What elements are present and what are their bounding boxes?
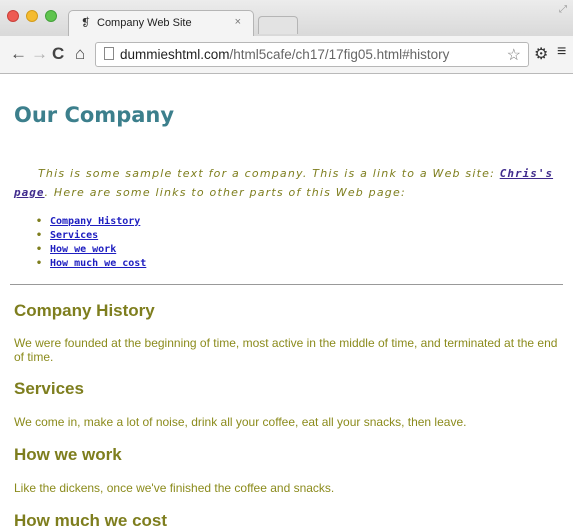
reload-icon[interactable]: C	[52, 45, 64, 63]
address-bar[interactable]: dummieshtml.com/html5cafe/ch17/17fig05.h…	[95, 42, 529, 67]
close-window-button[interactable]	[7, 10, 19, 22]
intro-paragraph: This is some sample text for a company. …	[14, 164, 562, 202]
tab-close-icon[interactable]: ×	[235, 16, 241, 28]
url-text[interactable]: dummieshtml.com/html5cafe/ch17/17fig05.h…	[120, 47, 449, 62]
intro-text-start: This is some sample text for a company. …	[38, 167, 500, 180]
bullet-icon: •	[36, 258, 43, 269]
page-icon	[104, 47, 114, 60]
page-title: Our Company	[14, 103, 175, 127]
browser-toolbar: ← → C ⌂ dummieshtml.com/html5cafe/ch17/1…	[0, 36, 573, 74]
hamburger-menu-icon[interactable]: ≡	[557, 43, 566, 61]
new-tab-button[interactable]	[258, 16, 298, 34]
home-icon[interactable]: ⌂	[75, 45, 85, 63]
toc-link-services[interactable]: Services	[50, 230, 98, 241]
table-of-contents: • Company History • Services • How we work …	[14, 215, 146, 271]
section-heading-how-we-work: How we work	[14, 445, 122, 464]
bullet-icon: •	[36, 216, 43, 227]
browser-tab[interactable]: ❡ Company Web Site ×	[68, 10, 254, 36]
section-text-services: We come in, make a lot of noise, drink a…	[14, 415, 467, 429]
back-arrow-icon[interactable]: ←	[10, 45, 27, 63]
section-heading-how-much-we-cost: How much we cost	[14, 511, 168, 530]
zoom-window-button[interactable]	[45, 10, 57, 22]
section-heading-company-history: Company History	[14, 301, 155, 320]
intro-text-end: . Here are some links to other parts of …	[44, 186, 406, 199]
toc-link-how-much-we-cost[interactable]: How much we cost	[50, 258, 146, 269]
minimize-window-button[interactable]	[26, 10, 38, 22]
gear-icon[interactable]: ⚙	[534, 44, 548, 64]
list-item: • How we work	[36, 243, 146, 257]
section-heading-services: Services	[14, 379, 84, 398]
list-item: • Company History	[36, 215, 146, 229]
star-icon[interactable]: ☆	[507, 45, 521, 65]
page-content: Our Company This is some sample text for…	[0, 74, 573, 530]
toc-link-how-we-work[interactable]: How we work	[50, 244, 116, 255]
horizontal-rule	[10, 284, 563, 285]
list-item: • Services	[36, 229, 146, 243]
bullet-icon: •	[36, 230, 43, 241]
toc-link-company-history[interactable]: Company History	[50, 216, 140, 227]
url-domain: dummieshtml.com	[120, 47, 230, 62]
tab-title: Company Web Site	[97, 17, 192, 29]
fullscreen-icon[interactable]: ⤢	[559, 4, 567, 15]
bullet-icon: •	[36, 244, 43, 255]
page-favicon-icon: ❡	[81, 17, 91, 29]
forward-arrow-icon[interactable]: →	[31, 45, 48, 63]
section-text-company-history: We were founded at the beginning of time…	[14, 336, 558, 364]
url-path: /html5cafe/ch17/17fig05.html#history	[229, 47, 450, 62]
browser-titlebar: ❡ Company Web Site × ⤢	[0, 0, 573, 36]
list-item: • How much we cost	[36, 257, 146, 271]
section-text-how-we-work: Like the dickens, once we've finished th…	[14, 481, 335, 495]
